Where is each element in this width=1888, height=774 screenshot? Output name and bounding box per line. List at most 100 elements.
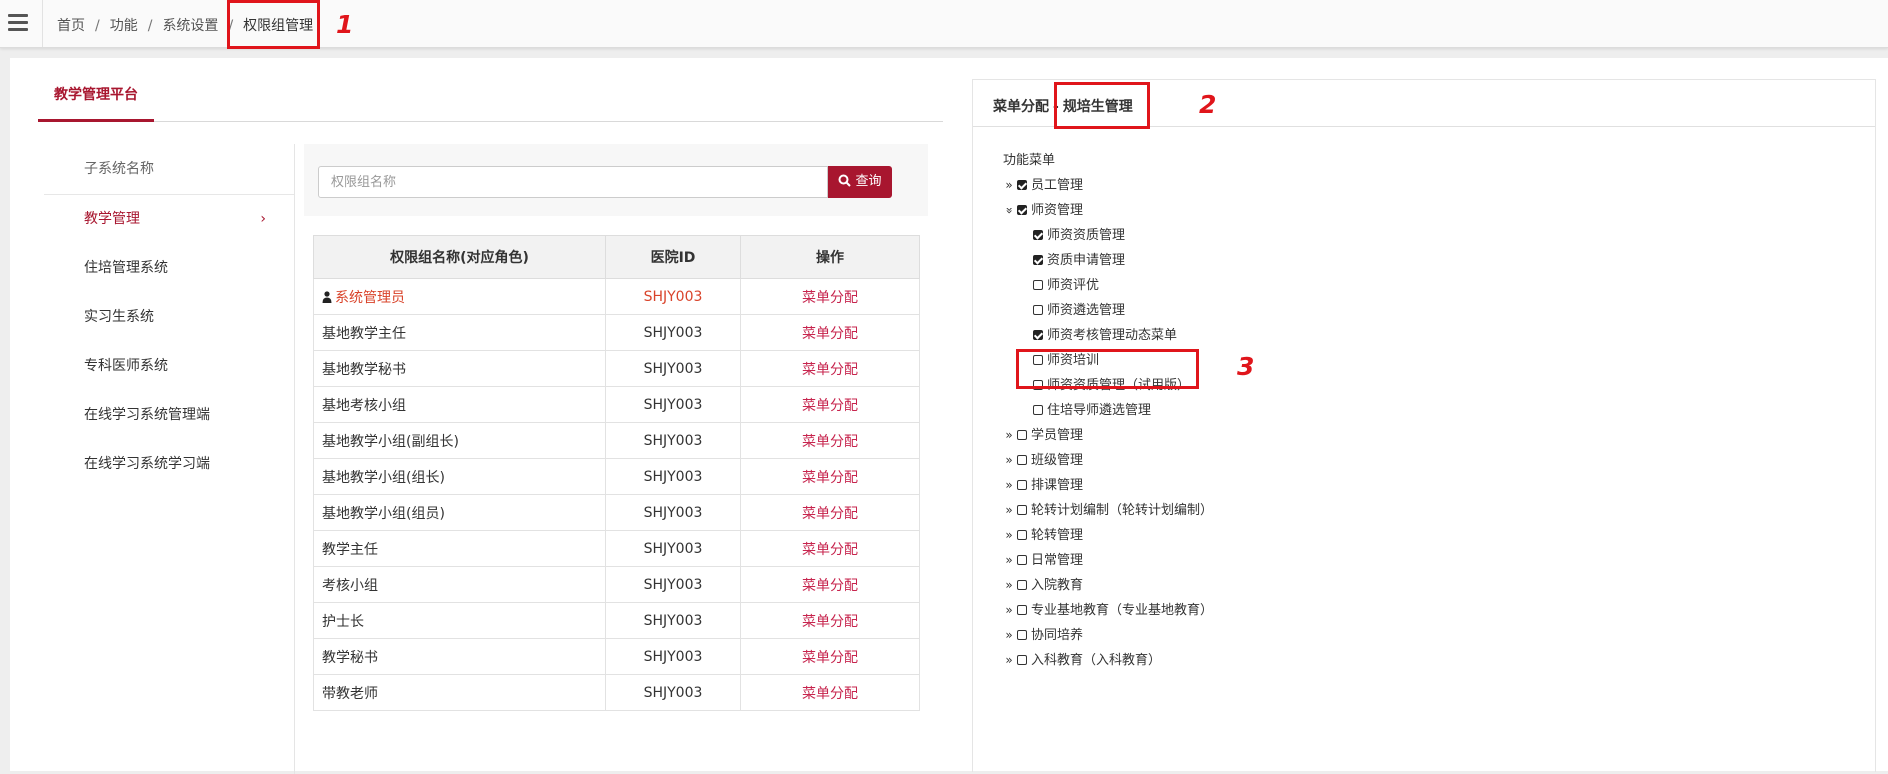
column-header-group-name[interactable]: 权限组名称(对应角色) [313,235,606,279]
tree-node[interactable]: » 班级管理 [1003,448,1213,473]
chevron-right-double-icon[interactable]: » [1003,173,1015,198]
tree-node[interactable]: 住培导师遴选管理 [1003,398,1213,423]
tree-node[interactable]: » 入科教育（入科教育） [1003,648,1213,673]
tree-node-checkbox[interactable] [1033,330,1043,340]
tree-node-label[interactable]: 住培导师遴选管理 [1047,403,1151,418]
subsystem-item-intern[interactable]: 实习生系统 [44,293,294,342]
tree-node-checkbox[interactable] [1017,555,1027,565]
table-row[interactable]: 基地教学小组(组长) SHJY003 菜单分配 [313,458,920,495]
tree-node-label[interactable]: 师资评优 [1047,278,1099,293]
tree-node-checkbox[interactable] [1033,230,1043,240]
chevron-right-double-icon[interactable]: » [1003,598,1015,623]
breadcrumb-home[interactable]: 首页 [57,18,85,34]
tree-node[interactable]: 师资遴选管理 [1003,298,1213,323]
tree-node[interactable]: » 轮转计划编制（轮转计划编制） [1003,498,1213,523]
tree-node-label[interactable]: 专业基地教育（专业基地教育） [1031,603,1213,618]
tree-node-label[interactable]: 师资遴选管理 [1047,303,1125,318]
tree-node-label[interactable]: 入科教育（入科教育） [1031,653,1161,668]
tree-node[interactable]: » 师资管理 [1003,198,1213,223]
tree-node[interactable]: » 排课管理 [1003,473,1213,498]
table-row[interactable]: 教学秘书 SHJY003 菜单分配 [313,638,920,675]
tree-node-checkbox[interactable] [1017,180,1027,190]
tree-node-label[interactable]: 协同培养 [1031,628,1083,643]
menu-icon[interactable] [8,14,28,32]
subsystem-item-elearning-learner[interactable]: 在线学习系统学习端 [44,440,294,489]
chevron-right-double-icon[interactable]: » [1003,473,1015,498]
chevron-right-double-icon[interactable]: » [1003,423,1015,448]
tree-node-checkbox[interactable] [1017,430,1027,440]
tree-node-checkbox[interactable] [1017,480,1027,490]
chevron-right-double-icon[interactable]: » [1003,448,1015,473]
tree-node-checkbox[interactable] [1033,280,1043,290]
tree-node-label[interactable]: 师资考核管理动态菜单 [1047,328,1177,343]
tree-node-label[interactable]: 员工管理 [1031,178,1083,193]
tree-node-checkbox[interactable] [1017,505,1027,515]
chevron-right-double-icon[interactable]: » [1003,648,1015,673]
subsystem-item-teaching[interactable]: 教学管理 › [44,195,294,244]
menu-assign-link[interactable]: 菜单分配 [802,506,858,522]
menu-assign-link[interactable]: 菜单分配 [802,398,858,414]
tree-node[interactable]: » 学员管理 [1003,423,1213,448]
table-row[interactable]: 教学主任 SHJY003 菜单分配 [313,530,920,567]
search-input[interactable] [318,166,828,198]
tree-node-checkbox[interactable] [1033,305,1043,315]
tree-node[interactable]: » 入院教育 [1003,573,1213,598]
tree-node-checkbox[interactable] [1017,630,1027,640]
tree-node-label[interactable]: 师资管理 [1031,203,1083,218]
subsystem-item-elearning-admin[interactable]: 在线学习系统管理端 [44,391,294,440]
menu-assign-link[interactable]: 菜单分配 [802,326,858,342]
column-header-hospital-id[interactable]: 医院ID [605,235,741,279]
tree-node-checkbox[interactable] [1017,580,1027,590]
chevron-right-double-icon[interactable]: » [1003,523,1015,548]
tree-node[interactable]: 师资资质管理 [1003,223,1213,248]
breadcrumb-system-settings[interactable]: 系统设置 [162,18,218,34]
table-row[interactable]: 基地教学主任 SHJY003 菜单分配 [313,314,920,351]
menu-assign-link[interactable]: 菜单分配 [802,362,858,378]
tree-node[interactable]: » 专业基地教育（专业基地教育） [1003,598,1213,623]
table-row[interactable]: 系统管理员 SHJY003 菜单分配 [313,278,920,315]
chevron-right-double-icon[interactable]: » [1003,498,1015,523]
menu-assign-link[interactable]: 菜单分配 [802,650,858,666]
tab-teaching-platform[interactable]: 教学管理平台 [38,85,154,122]
tree-node[interactable]: » 日常管理 [1003,548,1213,573]
tree-node-checkbox[interactable] [1017,655,1027,665]
tree-node-label[interactable]: 资质申请管理 [1047,253,1125,268]
chevron-right-double-icon[interactable]: » [1003,573,1015,598]
search-button[interactable]: 查询 [828,166,892,198]
chevron-right-double-icon[interactable]: » [1003,623,1015,648]
tree-node-checkbox[interactable] [1033,255,1043,265]
tree-node[interactable]: » 协同培养 [1003,623,1213,648]
subsystem-item-specialist[interactable]: 专科医师系统 [44,342,294,391]
menu-assign-link[interactable]: 菜单分配 [802,470,858,486]
table-row[interactable]: 基地教学秘书 SHJY003 菜单分配 [313,350,920,387]
tree-node-label[interactable]: 学员管理 [1031,428,1083,443]
tree-node-label[interactable]: 入院教育 [1031,578,1083,593]
table-row[interactable]: 基地教学小组(组员) SHJY003 菜单分配 [313,494,920,531]
breadcrumb-function[interactable]: 功能 [110,18,138,34]
tree-node[interactable]: 资质申请管理 [1003,248,1213,273]
menu-assign-link[interactable]: 菜单分配 [802,686,858,702]
tree-node[interactable]: 师资考核管理动态菜单 [1003,323,1213,348]
tree-node-label[interactable]: 师资资质管理 [1047,228,1125,243]
chevron-right-double-icon[interactable]: » [1003,548,1015,573]
menu-assign-link[interactable]: 菜单分配 [802,434,858,450]
tree-node[interactable]: » 员工管理 [1003,173,1213,198]
tree-node-checkbox[interactable] [1033,405,1043,415]
table-row[interactable]: 护士长 SHJY003 菜单分配 [313,602,920,639]
table-row[interactable]: 考核小组 SHJY003 菜单分配 [313,566,920,603]
tree-node-checkbox[interactable] [1017,605,1027,615]
tree-node-label[interactable]: 班级管理 [1031,453,1083,468]
menu-assign-link[interactable]: 菜单分配 [802,542,858,558]
tree-node-checkbox[interactable] [1017,530,1027,540]
tree-node-checkbox[interactable] [1017,455,1027,465]
tree-node[interactable]: » 轮转管理 [1003,523,1213,548]
table-row[interactable]: 基地教学小组(副组长) SHJY003 菜单分配 [313,422,920,459]
tree-node-checkbox[interactable] [1017,205,1027,215]
table-row[interactable]: 带教老师 SHJY003 菜单分配 [313,674,920,711]
menu-assign-link[interactable]: 菜单分配 [802,578,858,594]
tree-node-label[interactable]: 轮转计划编制（轮转计划编制） [1031,503,1213,518]
menu-assign-link[interactable]: 菜单分配 [802,290,858,306]
table-row[interactable]: 基地考核小组 SHJY003 菜单分配 [313,386,920,423]
tree-node-label[interactable]: 轮转管理 [1031,528,1083,543]
tree-node-label[interactable]: 日常管理 [1031,553,1083,568]
